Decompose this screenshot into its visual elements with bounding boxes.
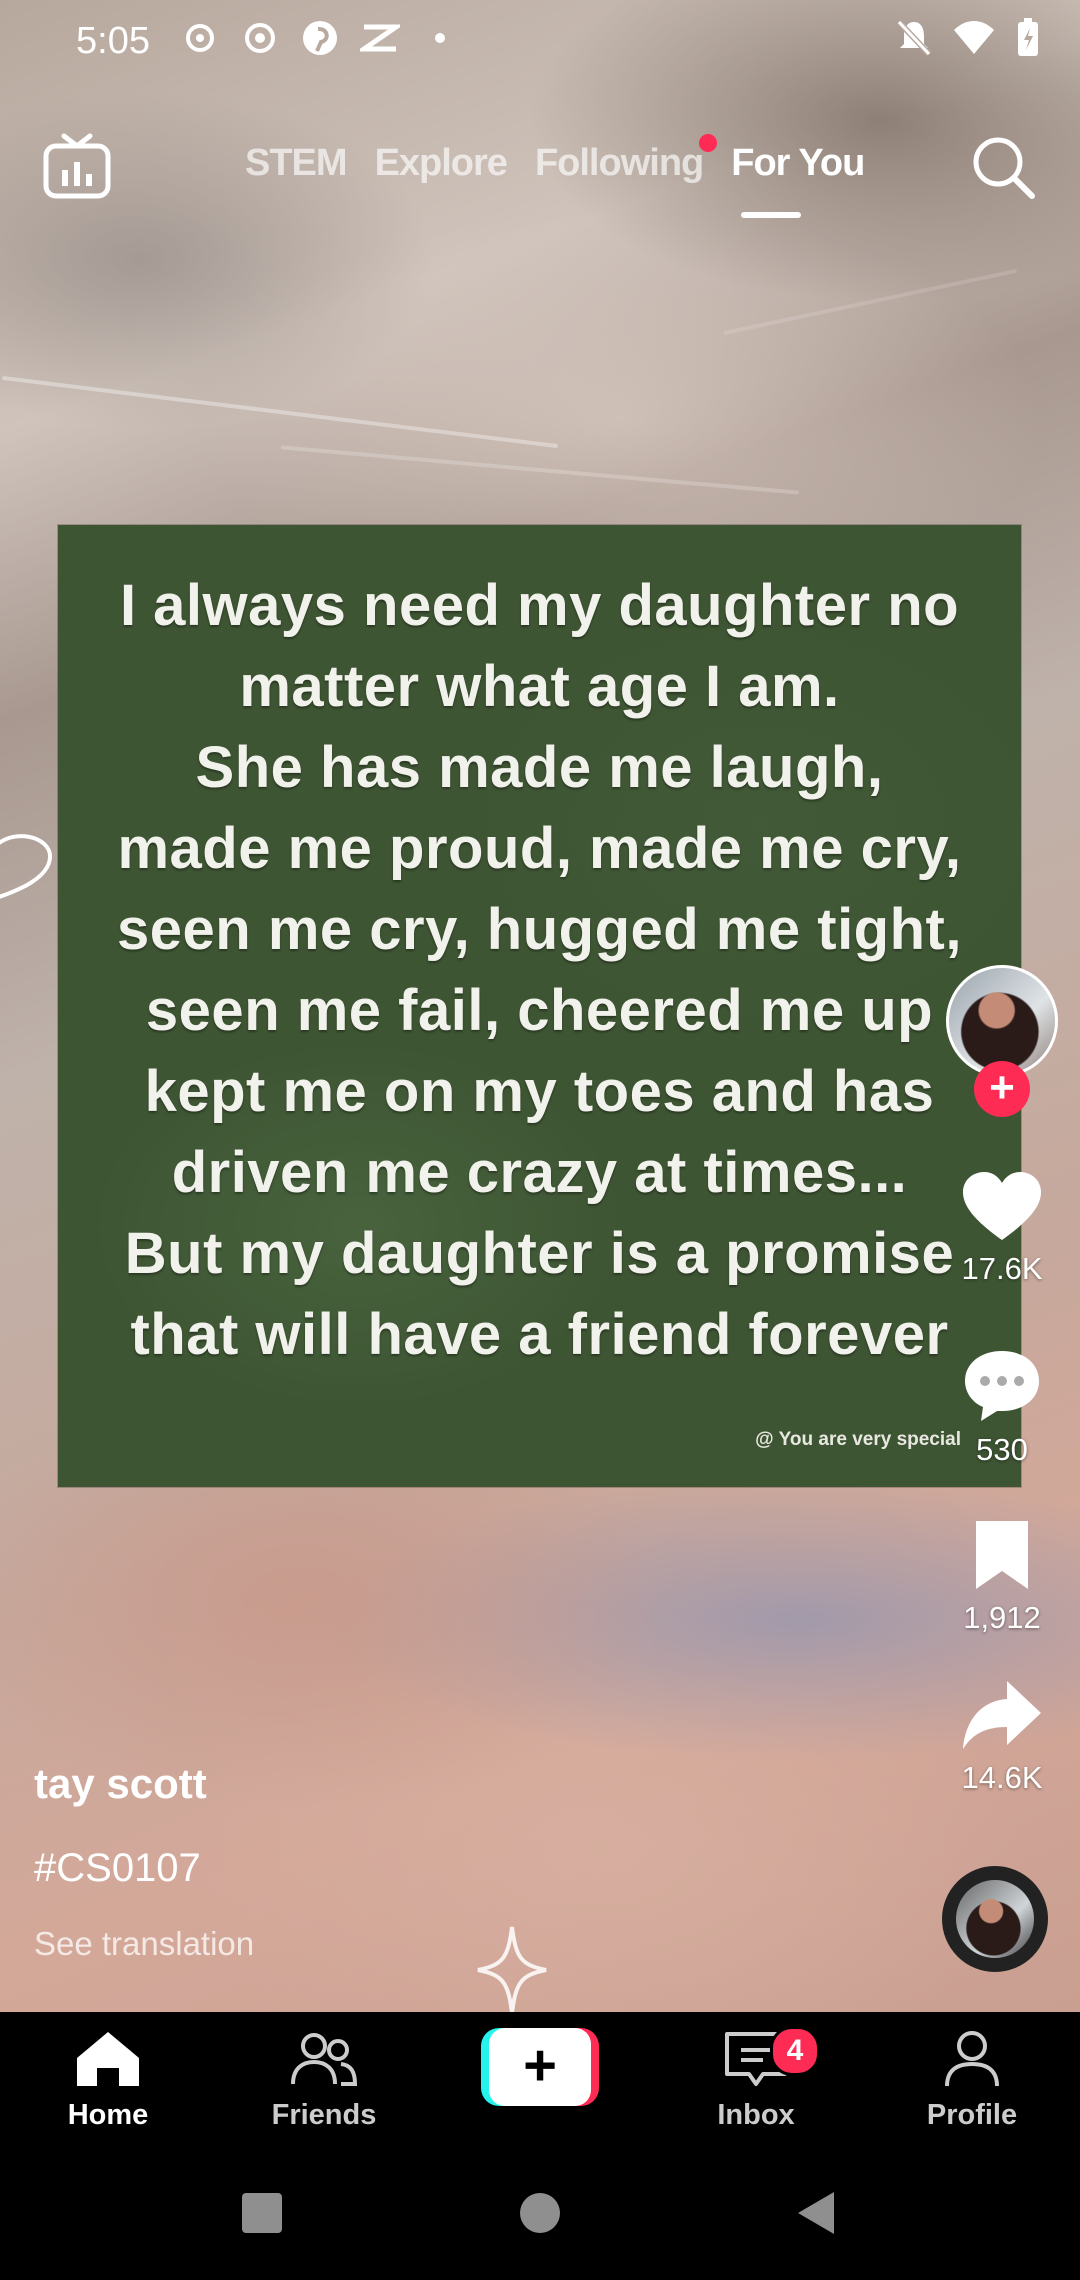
capcut-icon: [360, 18, 400, 58]
like-count: 17.6K: [961, 1251, 1043, 1286]
create-button[interactable]: +: [481, 2028, 599, 2106]
watermark: @ You are very special: [755, 1429, 961, 1450]
like-button[interactable]: 17.6K: [942, 1170, 1062, 1287]
nav-inbox[interactable]: 4 Inbox: [666, 2026, 846, 2132]
battery-icon: [1016, 18, 1040, 63]
active-tab-indicator: [741, 212, 801, 218]
more-dot-icon: [420, 18, 460, 58]
bottom-nav: Home Friends + 4 Inbox Profile: [0, 2012, 1080, 2162]
recents-button[interactable]: [241, 2192, 283, 2234]
live-button[interactable]: [40, 130, 114, 204]
nav-friends-label: Friends: [271, 2099, 377, 2131]
plus-icon: +: [489, 2028, 591, 2106]
back-triangle-icon: [798, 2192, 834, 2234]
system-nav-bar: [0, 2162, 1080, 2280]
share-count: 14.6K: [961, 1760, 1043, 1795]
home-system-button[interactable]: [518, 2191, 562, 2235]
tab-following[interactable]: Following: [534, 134, 718, 185]
quote-line: She has made me laugh,: [195, 735, 884, 800]
quote-card: I always need my daughter no matter what…: [58, 525, 1021, 1487]
comment-count: 530: [976, 1432, 1028, 1467]
share-button[interactable]: 14.6K: [942, 1677, 1062, 1796]
threads-icon: [180, 18, 220, 58]
see-translation-link[interactable]: See translation: [34, 1925, 254, 1963]
quote-line: matter what age I am.: [239, 654, 840, 719]
quote-line: seen me fail, cheered me up: [145, 978, 934, 1043]
creator-avatar-wrap: +: [942, 965, 1062, 1117]
home-icon: [77, 2032, 139, 2086]
search-icon: [973, 137, 1035, 199]
comment-icon: [965, 1351, 1039, 1421]
sparkle-icon: [477, 1926, 547, 2014]
save-button[interactable]: 1,912: [942, 1517, 1062, 1636]
heart-outline-icon: [0, 834, 52, 899]
quote-line: seen me cry, hugged me tight,: [117, 897, 962, 962]
circle-icon: [520, 2193, 560, 2233]
back-button[interactable]: [796, 2190, 836, 2236]
tab-explore[interactable]: Explore: [375, 142, 508, 185]
quote-line: But my daughter is a promise: [124, 1221, 955, 1286]
tab-following-label: Following: [534, 142, 704, 184]
wifi-icon: [952, 20, 996, 61]
comment-button[interactable]: 530: [942, 1347, 1062, 1468]
bookmark-icon: [976, 1521, 1028, 1589]
square-icon: [242, 2193, 282, 2233]
mute-icon: [896, 18, 932, 63]
record-icon: [240, 18, 280, 58]
author-name[interactable]: tay scott: [34, 1760, 254, 1808]
video-caption: tay scott #CS0107 See translation: [34, 1760, 254, 1963]
status-bar: 5:05: [0, 0, 1080, 85]
nav-home[interactable]: Home: [18, 2028, 198, 2132]
nav-profile-label: Profile: [926, 2099, 1018, 2131]
inbox-badge: 4: [770, 2026, 820, 2076]
tv-icon: [43, 133, 111, 199]
nav-friends[interactable]: Friends: [234, 2028, 414, 2132]
pinterest-icon: [300, 18, 340, 58]
quote-line: driven me crazy at times...: [171, 1140, 908, 1205]
top-nav: STEM Explore Following For You: [0, 120, 1080, 230]
search-button[interactable]: [966, 130, 1040, 204]
follow-button[interactable]: +: [974, 1061, 1030, 1117]
status-time: 5:05: [76, 20, 150, 62]
nav-profile[interactable]: Profile: [882, 2028, 1062, 2132]
heart-icon: [963, 1172, 1041, 1240]
music-disc[interactable]: [942, 1866, 1048, 1972]
quote-line: that will have a friend forever: [130, 1302, 949, 1367]
new-content-dot: [699, 134, 718, 152]
friends-icon: [291, 2033, 358, 2086]
nav-inbox-label: Inbox: [717, 2099, 795, 2131]
nav-home-label: Home: [67, 2099, 149, 2131]
tab-for-you[interactable]: For You: [731, 142, 865, 185]
quote-line: I always need my daughter no: [119, 573, 960, 638]
quote-text: I always need my daughter no matter what…: [58, 565, 1021, 1375]
tab-stem[interactable]: STEM: [245, 142, 348, 185]
quote-line: kept me on my toes and has: [144, 1059, 935, 1124]
share-arrow-icon: [963, 1681, 1041, 1749]
save-count: 1,912: [963, 1600, 1041, 1635]
hashtag-link[interactable]: #CS0107: [34, 1846, 254, 1891]
profile-icon: [945, 2031, 999, 2087]
quote-line: made me proud, made me cry,: [117, 816, 962, 881]
